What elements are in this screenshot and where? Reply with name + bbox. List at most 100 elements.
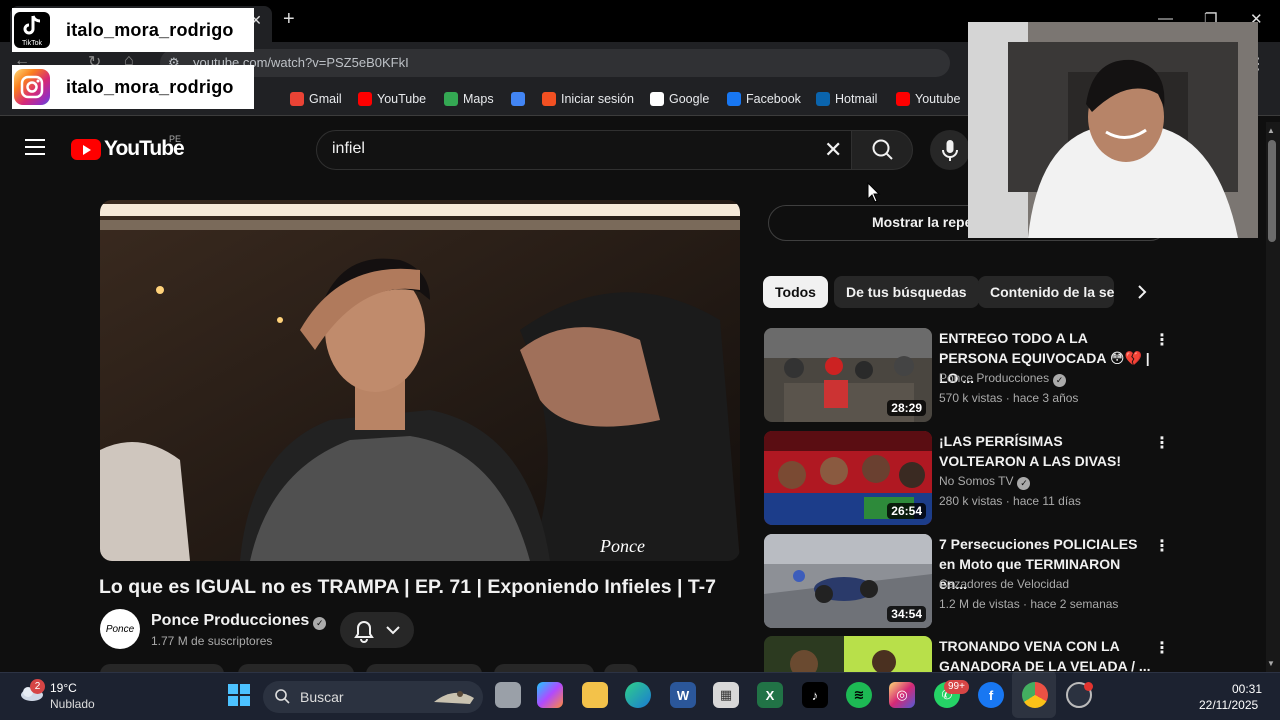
clock-date[interactable]: 22/11/2025 bbox=[1199, 698, 1258, 712]
facebook-app-icon[interactable]: f bbox=[978, 682, 1004, 708]
recommendation-title[interactable]: ¡LAS PERRÍSIMAS VOLTEARON A LAS DIVAS! bbox=[939, 431, 1151, 471]
recommendation-item[interactable]: TRONANDO VENA CON LA GANADORA DE LA VELA… bbox=[764, 636, 1164, 672]
video-thumbnail[interactable]: 26:54 bbox=[764, 431, 932, 525]
windows-start-icon[interactable] bbox=[228, 684, 250, 706]
new-tab-icon[interactable]: + bbox=[283, 8, 295, 31]
menu-icon[interactable] bbox=[25, 139, 45, 157]
clear-search-icon[interactable]: ✕ bbox=[824, 137, 842, 163]
instagram-handle-banner: italo_mora_rodrigo bbox=[12, 65, 254, 109]
recommendation-channel[interactable]: No Somos TV ✓ bbox=[939, 474, 1031, 490]
verified-icon: ✓ bbox=[1017, 477, 1031, 490]
bookmark-6[interactable]: Facebook bbox=[727, 92, 801, 106]
bookmark-2[interactable]: Maps bbox=[444, 92, 494, 106]
recommendation-item[interactable]: 26:54 ¡LAS PERRÍSIMAS VOLTEARON A LAS DI… bbox=[764, 431, 1170, 527]
maps-icon bbox=[444, 92, 458, 106]
bookmark-label: Maps bbox=[463, 92, 494, 106]
more-options-icon[interactable]: ⋮ bbox=[1154, 433, 1170, 453]
weather-badge: 2 bbox=[30, 679, 45, 694]
instagram-handle: italo_mora_rodrigo bbox=[66, 76, 234, 97]
recommendation-item[interactable]: 34:54 7 Persecuciones POLICIALES en Moto… bbox=[764, 534, 1170, 630]
weather-temperature[interactable]: 19°C bbox=[50, 681, 77, 695]
microsoft-icon bbox=[542, 92, 556, 106]
video-duration: 34:54 bbox=[887, 606, 926, 622]
youtube-icon bbox=[896, 92, 910, 106]
facebook-icon bbox=[727, 92, 741, 106]
video-title: Lo que es IGUAL no es TRAMPA | EP. 71 | … bbox=[99, 576, 717, 598]
recommendation-meta: 280 k vistas · hace 11 días bbox=[939, 494, 1081, 508]
taskbar-search-placeholder: Buscar bbox=[300, 689, 344, 705]
scrollbar-thumb[interactable] bbox=[1268, 140, 1276, 242]
bookmark-1[interactable]: YouTube bbox=[358, 92, 426, 106]
country-code: PE bbox=[169, 134, 182, 144]
microphone-icon bbox=[942, 140, 958, 161]
tiktok-handle-banner: TikTok italo_mora_rodrigo bbox=[12, 8, 254, 52]
excel-icon[interactable]: X bbox=[757, 682, 783, 708]
recommendation-item[interactable]: 28:29 ENTREGO TODO A LA PERSONA EQUIVOCA… bbox=[764, 328, 1170, 424]
copilot-icon[interactable] bbox=[537, 682, 563, 708]
search-input[interactable] bbox=[316, 130, 852, 170]
spotify-icon[interactable]: ≋ bbox=[846, 682, 872, 708]
notification-bell-button[interactable] bbox=[340, 612, 414, 648]
weather-description[interactable]: Nublado bbox=[50, 697, 95, 711]
chat-replay-label: Mostrar la repe bbox=[872, 214, 973, 230]
subscriber-count: 1.77 M de suscriptores bbox=[151, 634, 273, 648]
word-icon[interactable]: W bbox=[670, 682, 696, 708]
video-player[interactable]: Ponce bbox=[100, 200, 740, 561]
bookmark-4[interactable]: Iniciar sesión bbox=[542, 92, 634, 106]
recommendation-channel[interactable]: Cazadores de Velocidad bbox=[939, 577, 1069, 591]
bell-icon bbox=[354, 621, 400, 643]
bookmark-label: Google bbox=[669, 92, 710, 106]
edge-icon[interactable] bbox=[625, 682, 651, 708]
task-view-icon[interactable] bbox=[495, 682, 521, 708]
video-duration: 26:54 bbox=[887, 503, 926, 519]
bookmark-3[interactable] bbox=[511, 92, 525, 106]
verified-icon: ✓ bbox=[1053, 374, 1067, 387]
video-thumbnail[interactable]: 28:29 bbox=[764, 328, 932, 422]
google-plus-icon bbox=[511, 92, 525, 106]
tiktok-app-icon[interactable]: ♪ bbox=[802, 682, 828, 708]
bookmark-0[interactable]: Gmail bbox=[290, 92, 342, 106]
scroll-down-icon[interactable]: ▼ bbox=[1267, 659, 1275, 668]
bookmark-5[interactable]: Google bbox=[650, 92, 709, 106]
clock-time[interactable]: 00:31 bbox=[1232, 682, 1262, 696]
video-thumbnail[interactable] bbox=[764, 636, 932, 672]
instagram-app-icon[interactable]: ◎ bbox=[889, 682, 915, 708]
youtube-logo-icon[interactable] bbox=[71, 139, 101, 160]
svg-text:Ponce: Ponce bbox=[599, 536, 645, 556]
search-highlight-icon bbox=[434, 691, 474, 704]
outlook-icon bbox=[816, 92, 830, 106]
channel-avatar[interactable]: Ponce bbox=[100, 609, 140, 649]
bookmark-8[interactable]: Youtube bbox=[896, 92, 960, 106]
bookmark-label: YouTube bbox=[377, 92, 427, 106]
video-duration: 28:29 bbox=[887, 400, 926, 416]
instagram-icon bbox=[14, 69, 50, 105]
voice-search-button[interactable] bbox=[930, 130, 970, 170]
chip-de-tus-busquedas[interactable]: De tus búsquedas bbox=[834, 276, 979, 308]
video-frame: Ponce bbox=[100, 200, 740, 561]
bookmark-label: Facebook bbox=[746, 92, 801, 106]
gmail-icon bbox=[290, 92, 304, 106]
bookmark-7[interactable]: Hotmail bbox=[816, 92, 877, 106]
bookmark-label: Hotmail bbox=[835, 92, 878, 106]
more-options-icon[interactable]: ⋮ bbox=[1154, 536, 1170, 556]
file-explorer-icon[interactable] bbox=[582, 682, 608, 708]
recording-dot-icon bbox=[1084, 682, 1093, 691]
search-query[interactable]: infiel bbox=[332, 140, 365, 158]
more-options-icon[interactable]: ⋮ bbox=[1154, 638, 1164, 658]
search-button[interactable] bbox=[851, 130, 913, 170]
chip-todos[interactable]: Todos bbox=[763, 276, 828, 308]
scroll-up-icon[interactable]: ▲ bbox=[1267, 126, 1275, 135]
mouse-cursor-icon bbox=[867, 182, 881, 203]
channel-name-text: Ponce Producciones bbox=[151, 612, 310, 629]
video-thumbnail[interactable]: 34:54 bbox=[764, 534, 932, 628]
chip-contenido[interactable]: Contenido de la ser bbox=[978, 276, 1114, 308]
channel-name[interactable]: Ponce Producciones ✓ bbox=[151, 612, 327, 630]
recommendation-channel-text: No Somos TV bbox=[939, 474, 1014, 488]
chevron-right-icon[interactable] bbox=[1132, 282, 1152, 302]
youtube-icon bbox=[358, 92, 372, 106]
recommendation-channel[interactable]: Ponce Producciones ✓ bbox=[939, 371, 1067, 387]
store-icon[interactable]: ▦ bbox=[713, 682, 739, 708]
tiktok-label: TikTok bbox=[22, 40, 42, 47]
recommendation-title[interactable]: TRONANDO VENA CON LA GANADORA DE LA VELA… bbox=[939, 636, 1151, 672]
more-options-icon[interactable]: ⋮ bbox=[1154, 330, 1170, 350]
